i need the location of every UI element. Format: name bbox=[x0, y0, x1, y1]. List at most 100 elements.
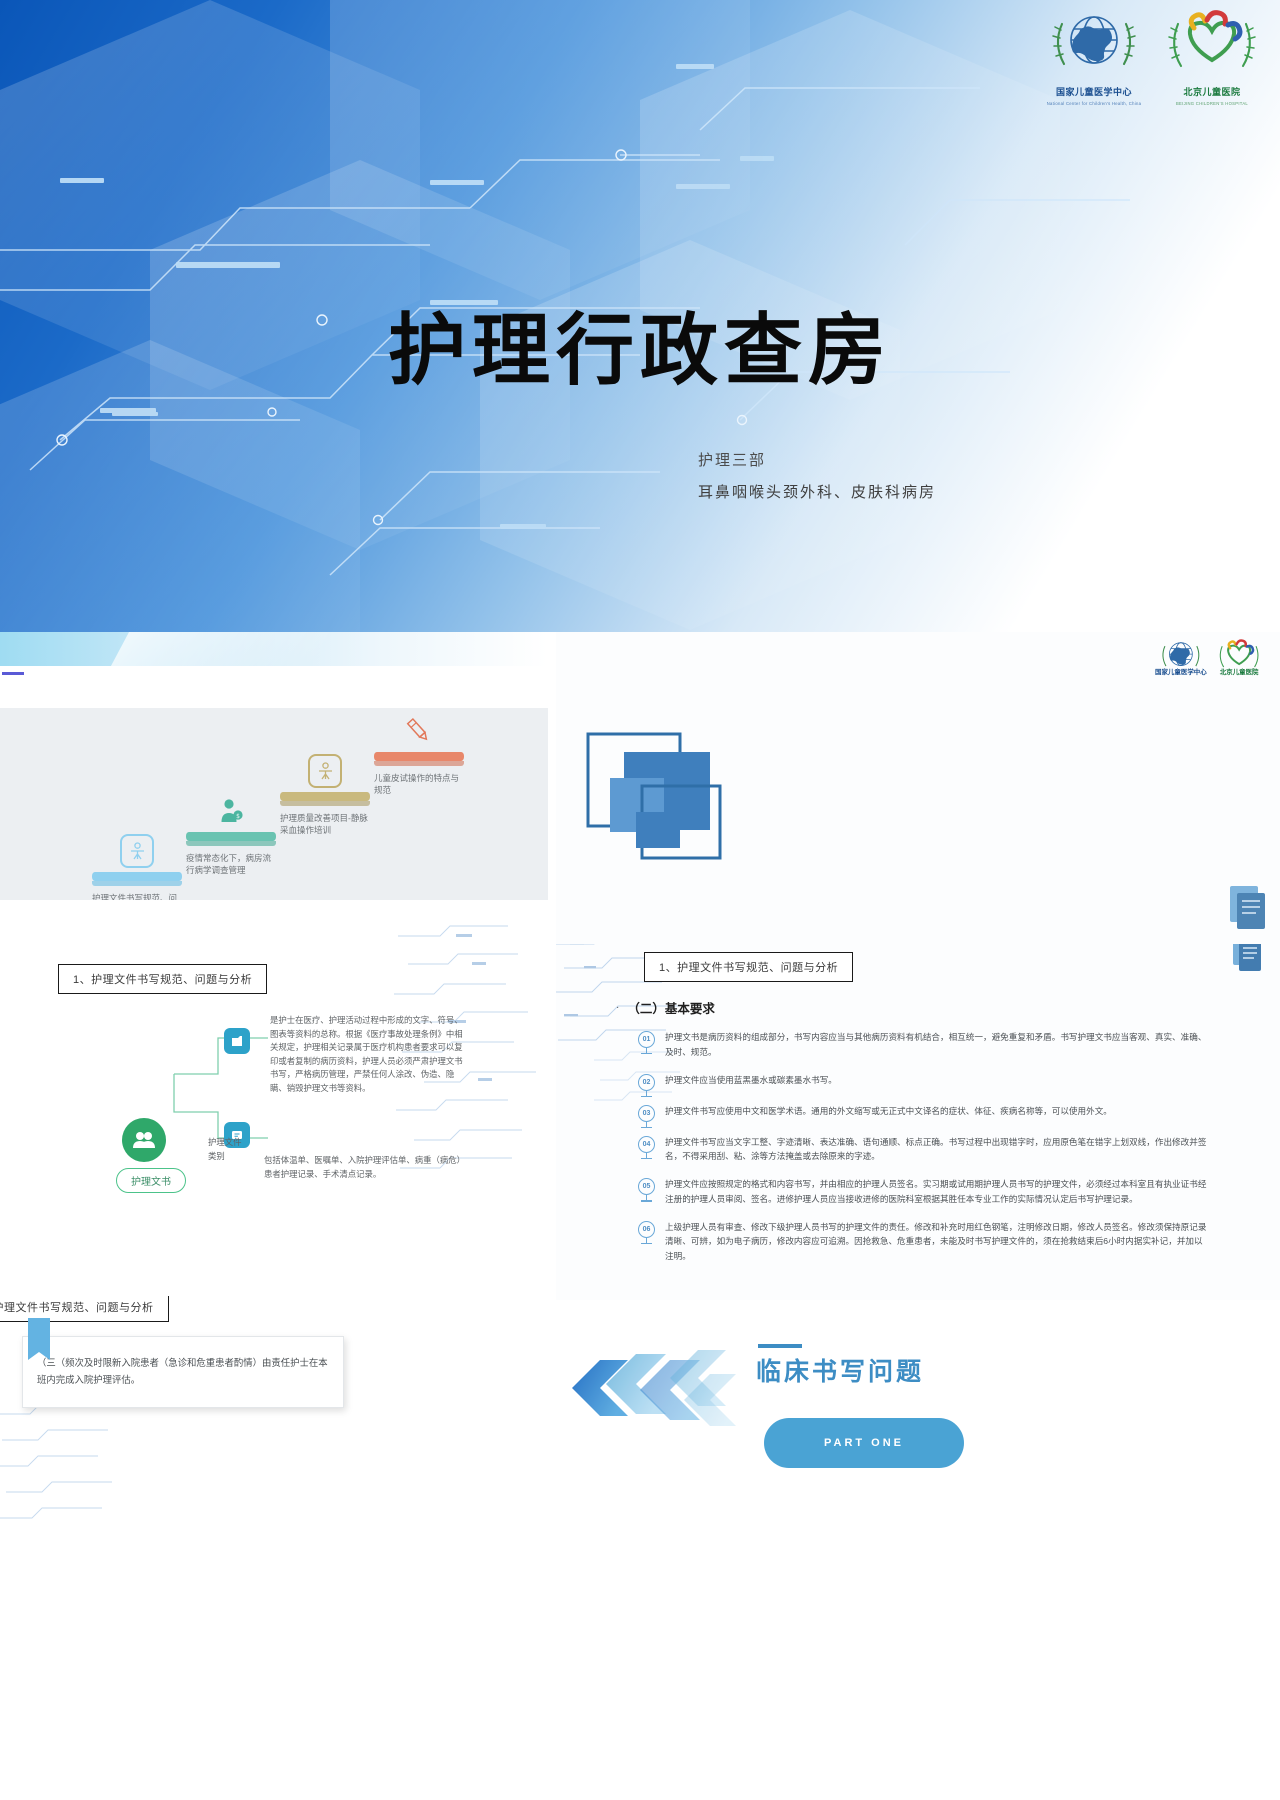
bullet-number-badge: 03 bbox=[638, 1104, 655, 1128]
agenda-step-4-label: 儿童皮试操作的特点与规范 bbox=[374, 773, 460, 796]
slide-note: 、护理文件书写规范、问题与分析 （三（频次及时限新入院患者（急诊和危重患者酌情）… bbox=[0, 1296, 548, 1548]
slide-mindmap: 1、护理文件书写规范、问题与分析 护理文书 是护士在医疗、护理活动过程中形成的文… bbox=[0, 900, 548, 1296]
mindmap-center-icon bbox=[122, 1118, 166, 1162]
slide5-tag: 1、护理文件书写规范、问题与分析 bbox=[644, 952, 859, 987]
requirement-item[interactable]: 01 护理文书是病历资料的组成部分，书写内容应当与其他病历资料有机结合，相互统一… bbox=[638, 1030, 1208, 1060]
child-icon bbox=[120, 834, 154, 868]
requirement-text: 护理文件应当使用蓝黑墨水或碳素墨水书写。 bbox=[665, 1074, 837, 1085]
logo-right-caption-en: BEIJING CHILDREN'S HOSPITAL bbox=[1175, 101, 1249, 106]
subtitle-department: 护理三部 bbox=[698, 452, 767, 469]
slide-agenda-stairs: 护理文件书写规范、问题与分析 $ 疫情常态化下，病房流行病学调查管理 护理质量改… bbox=[0, 632, 548, 900]
bullet-number-badge: 05 bbox=[638, 1178, 655, 1202]
slide6-circuit-art bbox=[0, 1403, 112, 1519]
requirement-text: 护理文件应按照规定的格式和内容书写，并由相应的护理人员签名。实习期或试用期护理人… bbox=[665, 1179, 1207, 1204]
badge-base bbox=[641, 1157, 652, 1159]
mindmap-center-label: 护理文书 bbox=[116, 1168, 186, 1193]
requirement-item[interactable]: 02 护理文件应当使用蓝黑墨水或碳素墨水书写。 bbox=[638, 1073, 1208, 1097]
agenda-step-3-label: 护理质量改善项目-静脉采血操作培训 bbox=[280, 813, 368, 836]
step-platform bbox=[92, 872, 182, 881]
slide-section-header: 国家儿童医学中心 北京儿童医院 1、护理文件书写规范、问题与分析 bbox=[556, 632, 1280, 944]
part-one-button[interactable]: PART ONE bbox=[764, 1418, 964, 1468]
bullet-number: 03 bbox=[638, 1104, 655, 1122]
requirement-text: 护理文件书写应使用中文和医学术语。通用的外文缩写或无正式中文译名的症状、体征、疾… bbox=[665, 1105, 1112, 1116]
slide5-section-heading-row: · （二）基本要求 bbox=[616, 998, 715, 1017]
bullet-number-badge: 01 bbox=[638, 1031, 655, 1055]
step-platform bbox=[280, 792, 370, 801]
svg-text:$: $ bbox=[236, 813, 240, 820]
subtitle-ward: 耳鼻咽喉头颈外科、皮肤科病房 bbox=[698, 484, 937, 501]
bullet-number-badge: 06 bbox=[638, 1220, 655, 1245]
agenda-step-1[interactable]: 护理文件书写规范、问题与分析 bbox=[92, 834, 182, 900]
logo-beijing-childrens-hospital-small: 北京儿童医院 bbox=[1220, 639, 1259, 676]
part-one-accent-bar bbox=[758, 1344, 802, 1348]
requirements-list: 01 护理文书是病历资料的组成部分，书写内容应当与其他病历资料有机结合，相互统一… bbox=[638, 1030, 1208, 1277]
bullet-number: 02 bbox=[638, 1073, 655, 1091]
pencil-icon bbox=[402, 714, 436, 748]
badge-base bbox=[641, 1053, 652, 1055]
svg-text:国家儿童医学中心: 国家儿童医学中心 bbox=[1155, 667, 1207, 676]
logo-left-caption-en: National Center for Children's Health, C… bbox=[1046, 101, 1142, 106]
requirement-text: 护理文件书写应当文字工整、字迹清晰、表达准确、语句通顺、标点正确。书写过程中出现… bbox=[665, 1136, 1207, 1162]
logo-left-caption: 国家儿童医学中心 bbox=[1055, 87, 1132, 97]
mindmap-definition-text: 是护士在医疗、护理活动过程中形成的文字、符号、图表等资料的总称。根据《医疗事故处… bbox=[270, 1015, 463, 1094]
document-stack-icon bbox=[1230, 886, 1265, 929]
agenda-step-2-label: 疫情常态化下，病房流行病学调查管理 bbox=[186, 853, 272, 876]
slide-part-one: 临床书写问题 PART ONE bbox=[556, 1300, 1280, 1548]
mindmap-category-title: 护理文件类别 bbox=[208, 1137, 242, 1161]
requirement-item[interactable]: 04 护理文件书写应当文字工整、字迹清晰、表达准确、语句通顺、标点正确。书写过程… bbox=[638, 1135, 1208, 1165]
presentation-collage: 护理行政查房 护理三部 耳鼻咽喉头颈外科、皮肤科病房 国家儿童医学中心 Nati… bbox=[0, 0, 1280, 1800]
step-platform bbox=[186, 832, 276, 841]
badge-base bbox=[641, 1126, 652, 1128]
requirement-text: 护理文书是病历资料的组成部分，书写内容应当与其他病历资料有机结合，相互统一，避免… bbox=[665, 1032, 1207, 1057]
bullet-number: 05 bbox=[638, 1178, 655, 1196]
slide2-top-banner bbox=[0, 632, 548, 666]
agenda-step-4[interactable]: 儿童皮试操作的特点与规范 bbox=[374, 714, 464, 797]
svg-text:北京儿童医院: 北京儿童医院 bbox=[1220, 667, 1259, 676]
step-platform-shadow bbox=[280, 801, 370, 806]
section-decorative-squares bbox=[586, 732, 722, 860]
bullet-number-badge: 02 bbox=[638, 1073, 655, 1097]
page-title: 护理行政查房 bbox=[387, 306, 892, 396]
logo-national-center: 国家儿童医学中心 National Center for Children's … bbox=[1040, 8, 1148, 106]
patient-icon bbox=[308, 754, 342, 788]
logo-right-caption: 北京儿童医院 bbox=[1183, 87, 1241, 97]
step-platform-shadow bbox=[374, 761, 464, 766]
nurse-icon: $ bbox=[214, 794, 248, 828]
requirement-item[interactable]: 05 护理文件应按照规定的格式和内容书写，并由相应的护理人员签名。实习期或试用期… bbox=[638, 1177, 1208, 1207]
slide6-tag: 、护理文件书写规范、问题与分析 bbox=[0, 1296, 173, 1327]
bullet-number: 06 bbox=[638, 1220, 655, 1238]
slide5-section-title: （二）基本要求 bbox=[627, 1002, 715, 1016]
step-platform-shadow bbox=[186, 841, 276, 846]
agenda-step-1-label: 护理文件书写规范、问题与分析 bbox=[92, 893, 178, 900]
requirement-item[interactable]: 03 护理文件书写应使用中文和医学术语。通用的外文缩写或无正式中文译名的症状、体… bbox=[638, 1104, 1208, 1128]
mindmap-category-text: 包括体温单、医嘱单、入院护理评估单、病重（病危）患者护理记录、手术清点记录。 bbox=[264, 1155, 461, 1179]
step-platform bbox=[374, 752, 464, 761]
badge-base bbox=[641, 1200, 652, 1202]
note-text: （三（频次及时限新入院患者（急诊和危重患者酌情）由责任护士在本班内完成入院护理评… bbox=[37, 1357, 328, 1385]
agenda-step-3[interactable]: 护理质量改善项目-静脉采血操作培训 bbox=[280, 754, 370, 837]
bullet-number-badge: 04 bbox=[638, 1135, 655, 1159]
note-card: （三（频次及时限新入院患者（急诊和危重患者酌情）由责任护士在本班内完成入院护理评… bbox=[22, 1336, 344, 1408]
slide-title: 护理行政查房 护理三部 耳鼻咽喉头颈外科、皮肤科病房 国家儿童医学中心 Nati… bbox=[0, 0, 1280, 632]
bullet-number: 04 bbox=[638, 1135, 655, 1153]
badge-base bbox=[641, 1095, 652, 1097]
part-one-title: 临床书写问题 bbox=[756, 1358, 925, 1386]
agenda-step-2[interactable]: $ 疫情常态化下，病房流行病学调查管理 bbox=[186, 794, 276, 877]
slide3-logos: 国家儿童医学中心 北京儿童医院 bbox=[1154, 638, 1266, 677]
badge-base bbox=[641, 1242, 652, 1245]
logo-beijing-childrens-hospital: 北京儿童医院 BEIJING CHILDREN'S HOSPITAL bbox=[1158, 8, 1266, 106]
slide-basic-requirements: 1、护理文件书写规范、问题与分析 · （二）基本要求 01 护理文书是病历资料的… bbox=[556, 944, 1280, 1300]
slide2-accent-bar bbox=[2, 672, 24, 675]
requirement-text: 上级护理人员有审查、修改下级护理人员书写的护理文件的责任。修改和补充时用红色钢笔… bbox=[665, 1221, 1207, 1262]
step-platform-shadow bbox=[92, 881, 182, 886]
document-stack-icon-small bbox=[1233, 944, 1261, 971]
header-logos: 国家儿童医学中心 National Center for Children's … bbox=[1040, 8, 1266, 106]
mindmap-node-icon-top bbox=[224, 1028, 250, 1054]
slide2-body: 护理文件书写规范、问题与分析 $ 疫情常态化下，病房流行病学调查管理 护理质量改… bbox=[0, 708, 548, 900]
requirement-item[interactable]: 06 上级护理人员有审查、修改下级护理人员书写的护理文件的责任。修改和补充时用红… bbox=[638, 1220, 1208, 1264]
logo-national-center-small: 国家儿童医学中心 bbox=[1155, 642, 1207, 676]
bookmark-icon bbox=[28, 1318, 50, 1360]
bullet-number: 01 bbox=[638, 1031, 655, 1048]
slide4-tag: 1、护理文件书写规范、问题与分析 bbox=[58, 964, 273, 999]
bullet-dot: · bbox=[616, 1002, 620, 1013]
